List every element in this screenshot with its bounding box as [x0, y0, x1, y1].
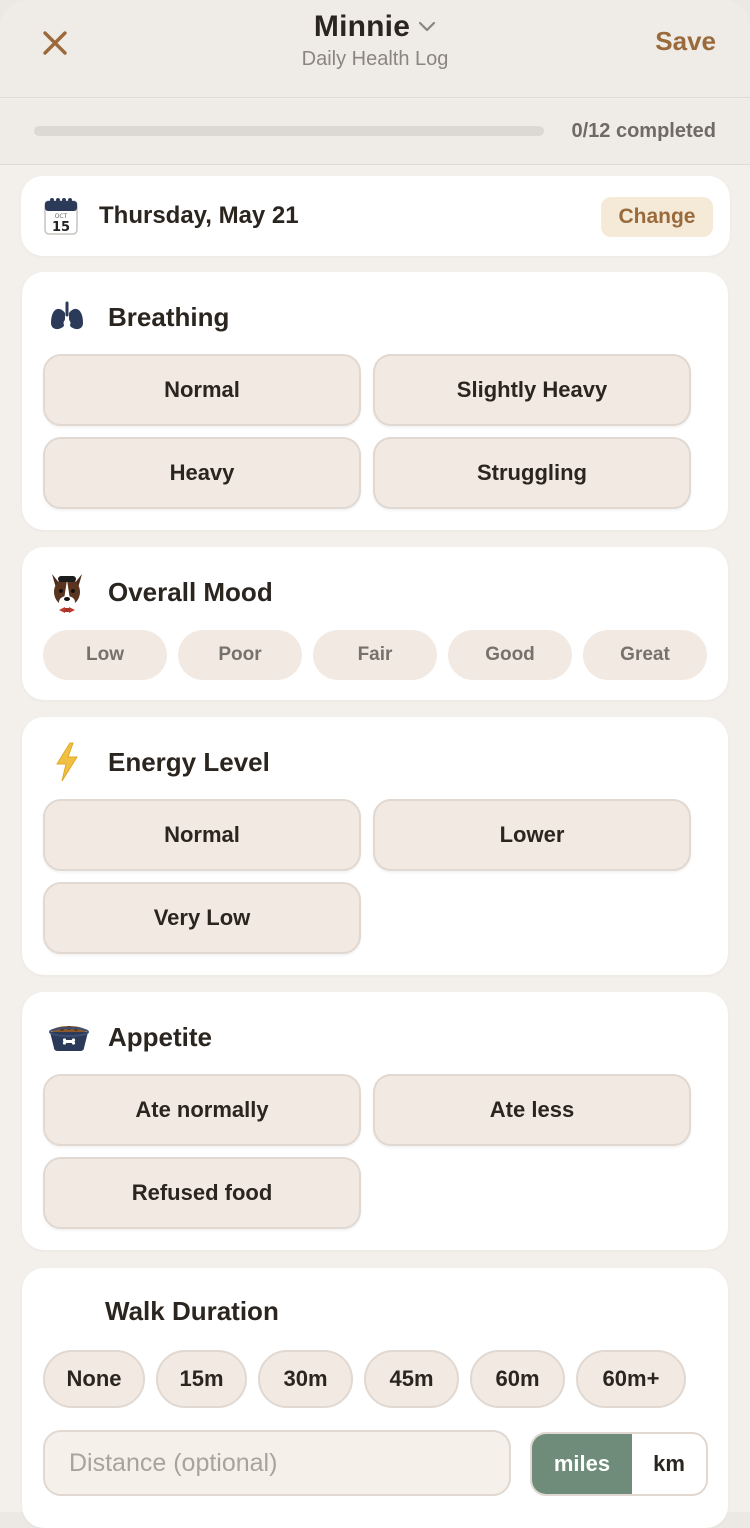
breathing-option[interactable]: Slightly Heavy: [373, 354, 691, 426]
distance-input[interactable]: [43, 1430, 511, 1496]
walk-title: Walk Duration: [105, 1296, 279, 1326]
energy-option[interactable]: Lower: [373, 799, 691, 871]
date-label: Thursday, May 21: [99, 202, 299, 229]
breathing-card: Breathing Normal Slightly Heavy Heavy St…: [22, 272, 728, 530]
calendar-month: OCT: [55, 213, 68, 220]
breathing-title: Breathing: [108, 301, 230, 332]
progress-area: 0/12 completed: [0, 99, 750, 165]
energy-card: Energy Level Normal Lower Very Low: [22, 717, 728, 975]
appetite-option[interactable]: Ate less: [373, 1074, 691, 1146]
breathing-header: Breathing: [48, 298, 229, 336]
mood-card: Overall Mood Low Poor Fair Good Great: [22, 547, 728, 700]
walk-option[interactable]: 45m: [364, 1350, 459, 1408]
appetite-title: Appetite: [108, 1021, 212, 1052]
energy-option[interactable]: Normal: [43, 799, 361, 871]
title-area: Minnie Daily Health Log: [0, 10, 750, 71]
energy-header: Energy Level: [48, 742, 270, 782]
appetite-option[interactable]: Ate normally: [43, 1074, 361, 1146]
walk-option[interactable]: 15m: [156, 1350, 247, 1408]
header: Minnie Daily Health Log Save: [0, 0, 750, 98]
mood-title: Overall Mood: [108, 576, 273, 607]
walk-header: Walk Duration: [105, 1296, 279, 1327]
page-title: Minnie: [313, 10, 411, 43]
food-bowl-icon: [49, 1026, 89, 1051]
walk-option[interactable]: 60m+: [576, 1350, 686, 1408]
mood-option[interactable]: Great: [583, 630, 707, 680]
change-date-button[interactable]: Change: [601, 197, 713, 237]
mood-option[interactable]: Poor: [178, 630, 302, 680]
page-subtitle: Daily Health Log: [301, 48, 449, 70]
pet-selector[interactable]: Minnie: [314, 10, 436, 44]
unit-toggle: miles km: [530, 1432, 708, 1496]
appetite-header: Appetite: [48, 1018, 212, 1056]
mood-option[interactable]: Low: [43, 630, 167, 680]
mood-option[interactable]: Good: [448, 630, 572, 680]
walk-option[interactable]: 60m: [470, 1350, 565, 1408]
mood-option[interactable]: Fair: [313, 630, 437, 680]
lungs-icon: [51, 301, 83, 330]
lightning-icon: [56, 742, 78, 782]
walk-option[interactable]: 30m: [258, 1350, 353, 1408]
walk-option[interactable]: None: [43, 1350, 145, 1408]
breathing-option[interactable]: Struggling: [373, 437, 691, 509]
calendar-icon: OCT 15: [44, 198, 78, 235]
dog-face-icon: [52, 574, 82, 613]
energy-title: Energy Level: [108, 746, 270, 777]
health-log-sheet: Minnie Daily Health Log Save 0/12 comple…: [0, 0, 750, 1528]
appetite-option[interactable]: Refused food: [43, 1157, 361, 1229]
walk-card: Walk Duration None 15m 30m 45m 60m 60m+ …: [22, 1268, 728, 1528]
progress-label: 0/12 completed: [571, 120, 716, 142]
breathing-option[interactable]: Normal: [43, 354, 361, 426]
mood-header: Overall Mood: [48, 573, 273, 613]
progress-bar: [34, 126, 544, 136]
breathing-option[interactable]: Heavy: [43, 437, 361, 509]
unit-miles-button[interactable]: miles: [532, 1434, 632, 1494]
save-button[interactable]: Save: [655, 26, 716, 57]
unit-km-button[interactable]: km: [632, 1434, 706, 1494]
calendar-day: 15: [52, 220, 70, 235]
energy-option[interactable]: Very Low: [43, 882, 361, 954]
date-card: OCT 15 Thursday, May 21 Change: [21, 176, 730, 256]
appetite-card: Appetite Ate normally Ate less Refused f…: [22, 992, 728, 1250]
chevron-down-icon: [418, 21, 436, 32]
